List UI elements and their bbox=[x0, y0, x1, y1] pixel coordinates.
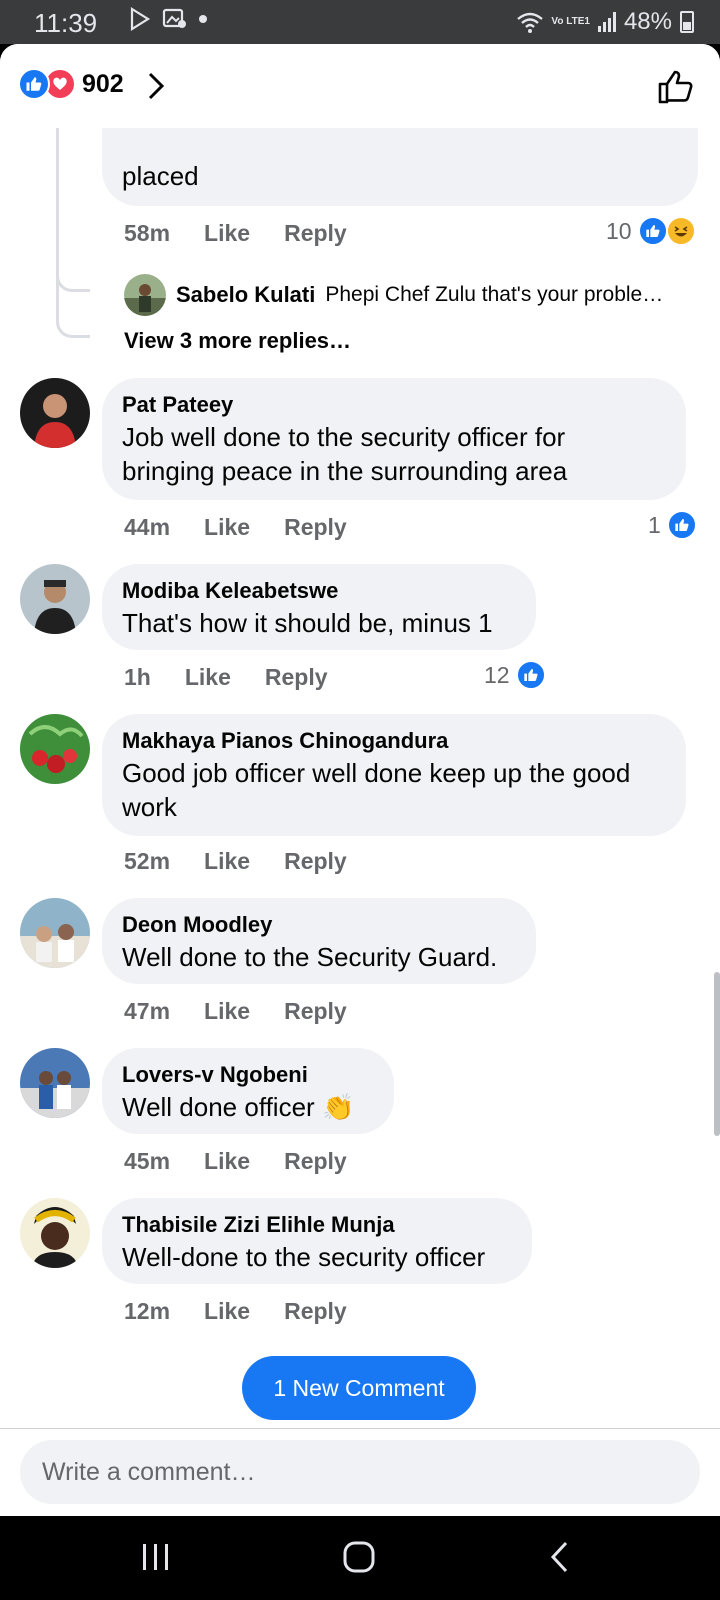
home-icon[interactable] bbox=[342, 1540, 376, 1574]
comment-text-line: Job well done to the security officer fo… bbox=[122, 422, 566, 452]
like-link[interactable]: Like bbox=[204, 514, 250, 541]
reply-text: Phepi Chef Zulu that's your proble… bbox=[325, 283, 664, 306]
lte-indicator: Vo LTE1 bbox=[551, 16, 590, 27]
recent-apps-icon[interactable] bbox=[140, 1540, 172, 1574]
comment-composer bbox=[0, 1428, 720, 1516]
comment-time: 58m bbox=[124, 220, 171, 246]
comment-actions: 12m Like Reply bbox=[124, 1298, 347, 1325]
comments-sheet: 902 placed 58m Like Reply 10 Sabelo Kula… bbox=[0, 44, 720, 1516]
like-link[interactable]: Like bbox=[204, 1298, 250, 1325]
chevron-right-icon[interactable] bbox=[146, 71, 166, 101]
comment-author[interactable]: Thabisile Zizi Elihle Munja bbox=[122, 1210, 512, 1240]
back-icon[interactable] bbox=[548, 1540, 572, 1574]
like-outline-icon[interactable] bbox=[656, 66, 696, 106]
like-link[interactable]: Like bbox=[204, 848, 250, 875]
like-link[interactable]: Like bbox=[185, 664, 231, 691]
comment-time: 44m bbox=[124, 514, 171, 540]
avatar[interactable] bbox=[20, 1198, 90, 1268]
comment-time: 45m bbox=[124, 1148, 171, 1174]
comment-text-line: That's how it should be, minus 1 bbox=[122, 608, 493, 638]
reply-link[interactable]: Reply bbox=[284, 998, 347, 1025]
comment-actions: 47m Like Reply bbox=[124, 998, 347, 1025]
comment-actions: 1h Like Reply bbox=[124, 664, 328, 691]
comment-author[interactable]: Lovers-v Ngobeni bbox=[122, 1060, 374, 1090]
like-link[interactable]: Like bbox=[204, 220, 250, 247]
comment-text-line: Good job officer well done keep up the g… bbox=[122, 758, 631, 788]
comment-bubble[interactable]: Modiba Keleabetswe That's how it should … bbox=[102, 564, 536, 650]
comment-author[interactable]: Modiba Keleabetswe bbox=[122, 576, 516, 606]
like-reaction-icon bbox=[18, 68, 50, 100]
comment-bubble[interactable]: Thabisile Zizi Elihle Munja Well-done to… bbox=[102, 1198, 532, 1284]
comment-time: 12m bbox=[124, 1298, 171, 1324]
comment-reactions[interactable]: 10 bbox=[606, 216, 696, 246]
wifi-icon bbox=[517, 12, 544, 33]
comment-text-line: work bbox=[122, 792, 177, 822]
comment-author[interactable]: Deon Moodley bbox=[122, 910, 516, 940]
dot-icon bbox=[199, 15, 207, 23]
comment-input[interactable] bbox=[20, 1440, 700, 1504]
reactions-header: 902 bbox=[0, 44, 720, 128]
avatar[interactable] bbox=[20, 564, 90, 634]
like-link[interactable]: Like bbox=[204, 998, 250, 1025]
comment-actions: 52m Like Reply bbox=[124, 848, 347, 875]
like-reaction-icon bbox=[515, 660, 546, 690]
clapping-hands-icon: 👏 bbox=[321, 1092, 355, 1122]
comment-text: placed bbox=[122, 161, 199, 191]
comment-author[interactable]: Makhaya Pianos Chinogandura bbox=[122, 726, 666, 756]
avatar[interactable] bbox=[20, 378, 90, 448]
avatar bbox=[124, 274, 166, 316]
comment-text-line: Well done officer bbox=[122, 1092, 315, 1122]
reply-link[interactable]: Reply bbox=[284, 514, 347, 541]
reply-preview[interactable]: Sabelo Kulati Phepi Chef Zulu that's you… bbox=[124, 274, 663, 316]
play-store-icon bbox=[130, 7, 151, 31]
comment-bubble[interactable]: Deon Moodley Well done to the Security G… bbox=[102, 898, 536, 984]
view-more-replies-link[interactable]: View 3 more replies… bbox=[124, 328, 351, 354]
comment-actions: 58m Like Reply bbox=[124, 220, 347, 247]
status-time: 11:39 bbox=[34, 8, 98, 38]
comment-text-line: Well-done to the security officer bbox=[122, 1242, 486, 1272]
signal-icon bbox=[597, 12, 616, 32]
comment-text-line: Well done to the Security Guard. bbox=[122, 942, 498, 972]
comment-reactions[interactable]: 12 bbox=[484, 660, 546, 690]
comment-author[interactable]: Pat Pateey bbox=[122, 390, 666, 420]
reply-link[interactable]: Reply bbox=[284, 1298, 347, 1325]
system-nav-bar bbox=[0, 1516, 720, 1600]
like-reaction-icon bbox=[666, 510, 697, 540]
comment-bubble[interactable]: Pat Pateey Job well done to the security… bbox=[102, 378, 686, 500]
status-bar: 11:39 Vo LTE1 48% bbox=[0, 0, 720, 44]
reaction-count[interactable]: 902 bbox=[82, 70, 124, 99]
comment-actions: 44m Like Reply bbox=[124, 514, 347, 541]
comment-time: 47m bbox=[124, 998, 171, 1024]
haha-reaction-icon bbox=[665, 216, 696, 246]
reply-link[interactable]: Reply bbox=[284, 220, 347, 247]
thread-branch bbox=[56, 264, 90, 292]
reactions-summary[interactable] bbox=[18, 68, 78, 100]
comment-actions: 45m Like Reply bbox=[124, 1148, 347, 1175]
avatar[interactable] bbox=[20, 898, 90, 968]
battery-icon bbox=[680, 11, 694, 33]
comment-time: 1h bbox=[124, 664, 151, 690]
reply-link[interactable]: Reply bbox=[284, 848, 347, 875]
new-comment-button[interactable]: 1 New Comment bbox=[242, 1356, 476, 1420]
reaction-count: 12 bbox=[484, 661, 510, 688]
battery-percent: 48% bbox=[623, 8, 672, 35]
avatar[interactable] bbox=[20, 1048, 90, 1118]
comment-text-line: bringing peace in the surrounding area bbox=[122, 456, 568, 486]
avatar[interactable] bbox=[20, 714, 90, 784]
reply-link[interactable]: Reply bbox=[265, 664, 328, 691]
reaction-count: 10 bbox=[606, 217, 632, 244]
like-link[interactable]: Like bbox=[204, 1148, 250, 1175]
thread-line bbox=[56, 128, 90, 338]
comment-bubble[interactable]: Makhaya Pianos Chinogandura Good job off… bbox=[102, 714, 686, 836]
scrollbar[interactable] bbox=[714, 972, 720, 1136]
reaction-count: 1 bbox=[648, 511, 661, 538]
reply-link[interactable]: Reply bbox=[284, 1148, 347, 1175]
comment-reactions[interactable]: 1 bbox=[648, 510, 697, 540]
comment-time: 52m bbox=[124, 848, 171, 874]
reply-author[interactable]: Sabelo Kulati bbox=[176, 282, 315, 308]
comment-bubble[interactable]: Lovers-v Ngobeni Well done officer 👏 bbox=[102, 1048, 394, 1134]
gallery-icon bbox=[162, 8, 186, 28]
like-reaction-icon bbox=[637, 216, 668, 246]
